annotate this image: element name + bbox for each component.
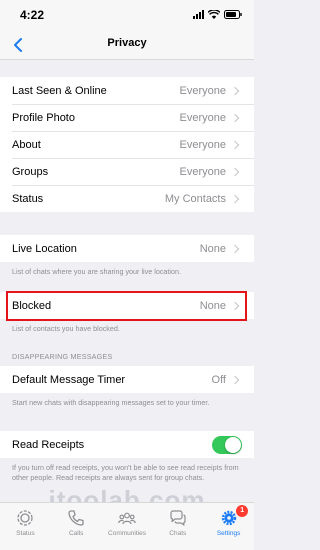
tab-bar: Status Calls Communities Chats 1 Setting… <box>0 502 254 550</box>
read-receipts-footnote: If you turn off read receipts, you won't… <box>12 463 239 482</box>
row-value: Off <box>211 373 226 386</box>
disappearing-footnote: Start new chats with disappearing messag… <box>12 398 210 407</box>
read-receipts-group: Read Receipts <box>0 431 254 458</box>
live-location-row[interactable]: Live Location None <box>0 235 254 262</box>
groups-row[interactable]: Groups Everyone <box>0 158 254 185</box>
gear-icon <box>221 510 236 526</box>
tab-label: Status <box>16 530 35 537</box>
disappearing-section-header: DISAPPEARING MESSAGES <box>12 352 113 361</box>
tab-settings[interactable]: 1 Settings <box>203 503 254 550</box>
status-privacy-row[interactable]: Status My Contacts <box>0 185 254 212</box>
tab-label: Calls <box>68 530 84 537</box>
communities-icon <box>118 512 136 525</box>
read-receipts-toggle[interactable] <box>212 435 242 454</box>
chevron-right-icon <box>230 86 240 95</box>
tab-calls[interactable]: Calls <box>51 503 102 550</box>
toggle-knob <box>225 436 241 453</box>
chevron-right-icon <box>230 167 240 176</box>
chevron-right-icon <box>230 140 240 149</box>
tab-label: Communities <box>108 530 146 537</box>
about-row[interactable]: About Everyone <box>0 131 254 158</box>
tab-status[interactable]: Status <box>0 503 51 550</box>
page-title: Privacy <box>107 37 147 49</box>
blocked-footnote: List of contacts you have blocked. <box>12 324 120 333</box>
live-location-group: Live Location None <box>0 235 254 262</box>
chevron-right-icon <box>230 375 240 384</box>
row-value: Everyone <box>179 84 226 97</box>
profile-photo-row[interactable]: Profile Photo Everyone <box>0 104 254 131</box>
disappearing-group: Default Message Timer Off <box>0 366 254 393</box>
navigation-bar: Privacy <box>0 30 254 60</box>
tab-chats[interactable]: Chats <box>152 503 203 550</box>
blocked-highlight-box <box>6 291 247 321</box>
tab-label: Settings <box>216 530 241 537</box>
chevron-right-icon <box>230 194 240 203</box>
status-bar: 4:22 <box>0 0 254 30</box>
wifi-icon <box>208 9 220 19</box>
live-location-footnote: List of chats where you are sharing your… <box>12 267 181 276</box>
row-label: Profile Photo <box>12 111 75 124</box>
row-label: About <box>12 138 41 151</box>
row-label: Groups <box>12 165 49 178</box>
signal-icon <box>193 9 204 19</box>
chevron-right-icon <box>230 113 240 122</box>
status-icon <box>17 510 34 526</box>
row-value: Everyone <box>179 138 226 151</box>
row-value: My Contacts <box>164 192 226 205</box>
privacy-visibility-group: Last Seen & Online Everyone Profile Phot… <box>0 77 254 212</box>
battery-icon <box>224 9 242 19</box>
tab-label: Chats <box>169 530 187 537</box>
chevron-right-icon <box>230 244 240 253</box>
row-label: Live Location <box>12 242 77 255</box>
row-label: Default Message Timer <box>12 373 126 386</box>
row-label: Last Seen & Online <box>12 84 107 97</box>
notification-badge: 1 <box>236 505 249 517</box>
row-label: Read Receipts <box>12 438 85 451</box>
default-timer-row[interactable]: Default Message Timer Off <box>0 366 254 393</box>
phone-icon <box>68 510 84 526</box>
row-label: Status <box>12 192 44 205</box>
status-icons <box>193 9 242 19</box>
last-seen-row[interactable]: Last Seen & Online Everyone <box>0 77 254 104</box>
row-value: Everyone <box>179 165 226 178</box>
row-value: None <box>199 242 226 255</box>
row-value: Everyone <box>179 111 226 124</box>
status-time: 4:22 <box>20 8 45 22</box>
tab-communities[interactable]: Communities <box>102 503 153 550</box>
chat-bubbles-icon <box>170 510 186 526</box>
read-receipts-row: Read Receipts <box>0 431 254 458</box>
